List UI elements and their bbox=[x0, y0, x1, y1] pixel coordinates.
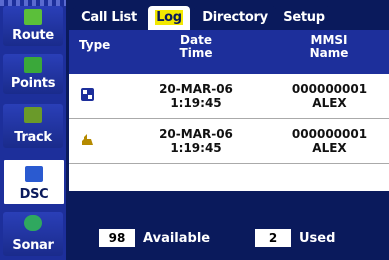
tab-log-label: Log bbox=[155, 10, 183, 25]
row-time: 1:19:45 bbox=[170, 141, 222, 155]
sidebar: Route Points Track DSC Sonar bbox=[0, 0, 66, 260]
sidebar-item-sonar[interactable]: Sonar bbox=[3, 212, 63, 256]
header-mmsi-name: MMSI Name bbox=[289, 34, 369, 60]
table-row[interactable]: 20-MAR-06 1:19:45 000000001 ALEX bbox=[69, 74, 389, 119]
used-count: 2 bbox=[255, 229, 291, 247]
used-label: Used bbox=[299, 231, 336, 246]
row-time: 1:19:45 bbox=[170, 96, 222, 110]
available-label: Available bbox=[143, 231, 211, 246]
header-name: Name bbox=[309, 46, 349, 60]
sidebar-item-dsc[interactable]: DSC bbox=[2, 158, 66, 206]
row-name: ALEX bbox=[312, 141, 347, 155]
log-list: 20-MAR-06 1:19:45 000000001 ALEX 20-MAR-… bbox=[69, 74, 389, 191]
dsc-icon bbox=[25, 166, 43, 182]
header-date-time: Date Time bbox=[161, 34, 231, 60]
row-mmsi: 000000001 bbox=[291, 82, 368, 96]
sidebar-item-label: Points bbox=[10, 76, 56, 91]
points-icon bbox=[24, 57, 42, 73]
sidebar-item-label: Track bbox=[14, 130, 52, 145]
dsc-distress-icon bbox=[81, 88, 94, 101]
tab-setup[interactable]: Setup bbox=[278, 6, 330, 30]
row-mmsi-name: 000000001 ALEX bbox=[282, 127, 377, 155]
row-date-time: 20-MAR-06 1:19:45 bbox=[151, 127, 241, 155]
route-icon bbox=[24, 9, 42, 25]
table-row[interactable]: 20-MAR-06 1:19:45 000000001 ALEX bbox=[69, 119, 389, 164]
log-footer: 98 Available 2 Used bbox=[69, 191, 389, 260]
header-type: Type bbox=[79, 38, 111, 52]
tab-log[interactable]: Log bbox=[148, 6, 190, 30]
sidebar-item-label: Sonar bbox=[12, 238, 54, 253]
sidebar-item-label: Route bbox=[12, 28, 54, 43]
sidebar-item-track[interactable]: Track bbox=[3, 104, 63, 148]
tab-call-list[interactable]: Call List bbox=[73, 6, 145, 30]
row-mmsi: 000000001 bbox=[291, 127, 368, 141]
sidebar-item-label: DSC bbox=[19, 187, 49, 202]
track-icon bbox=[24, 107, 42, 123]
row-name: ALEX bbox=[312, 96, 347, 110]
dsc-position-icon bbox=[82, 134, 93, 145]
header-time: Time bbox=[179, 46, 213, 60]
row-mmsi-name: 000000001 ALEX bbox=[282, 82, 377, 110]
sidebar-item-route[interactable]: Route bbox=[3, 6, 63, 46]
available-count: 98 bbox=[99, 229, 135, 247]
row-date: 20-MAR-06 bbox=[159, 82, 233, 96]
row-date-time: 20-MAR-06 1:19:45 bbox=[151, 82, 241, 110]
log-header: Type Date Time MMSI Name bbox=[69, 30, 389, 74]
sonar-icon bbox=[24, 215, 42, 231]
row-date: 20-MAR-06 bbox=[159, 127, 233, 141]
sidebar-item-points[interactable]: Points bbox=[3, 54, 63, 94]
tab-directory[interactable]: Directory bbox=[194, 6, 276, 30]
